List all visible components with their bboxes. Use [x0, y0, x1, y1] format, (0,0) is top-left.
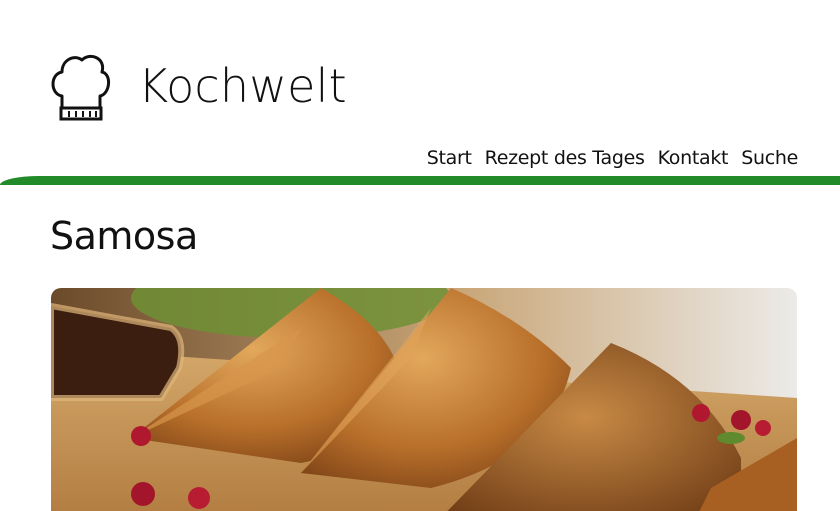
samosa-photo: [51, 288, 797, 511]
hero-image: [51, 288, 797, 511]
page: Kochwelt Start Rezept des Tages Kontakt …: [0, 0, 840, 511]
header-divider: [0, 176, 840, 185]
nav-start[interactable]: Start: [427, 147, 472, 169]
nav-kontakt[interactable]: Kontakt: [658, 147, 729, 169]
nav-suche[interactable]: Suche: [741, 147, 798, 169]
nav-rezept-des-tages[interactable]: Rezept des Tages: [485, 147, 645, 169]
page-title: Samosa: [50, 214, 198, 258]
chef-hat-icon: [51, 55, 110, 121]
brand-logo[interactable]: Kochwelt: [48, 50, 347, 122]
brand-name: Kochwelt: [138, 59, 347, 113]
main-nav: Start Rezept des Tages Kontakt Suche: [427, 147, 799, 169]
